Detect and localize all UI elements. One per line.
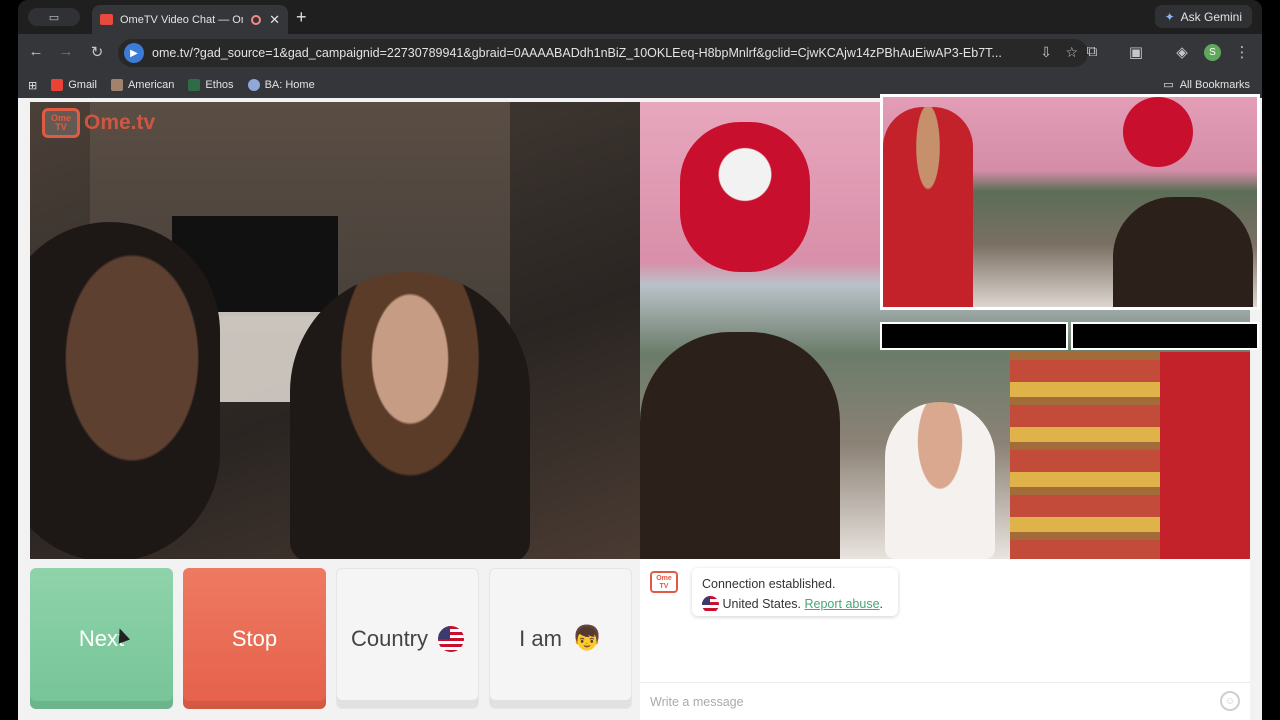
profile-avatar[interactable]: S [1204,44,1221,61]
us-flag-small-icon [702,596,719,614]
gmail-icon [51,79,64,91]
video-person-main [290,272,530,559]
connection-status: Connection established. [702,577,836,591]
video-person-left [30,222,220,559]
new-tab-button[interactable]: + [296,7,307,28]
pip-bear [1123,97,1193,167]
redaction-bar [880,322,1068,350]
video-person-boy [885,402,995,559]
cast-icon[interactable]: ▣ [1126,43,1146,61]
report-abuse-link[interactable]: Report abuse [804,597,879,611]
ometv-logo: Ome TV Ome.tv [42,108,155,138]
bookmark-gmail[interactable]: Gmail [51,79,97,91]
all-bookmarks[interactable]: ▭ All Bookmarks [1163,78,1250,92]
bookmark-ba-home[interactable]: BA: Home [247,79,315,91]
tab-search-icon[interactable]: ▭ [28,8,80,26]
video-person-curly [640,332,840,559]
address-bar[interactable]: ▶ ome.tv/?gad_source=1&gad_campaignid=22… [118,39,1088,67]
country-button[interactable]: Country [336,568,479,709]
extensions-icon[interactable]: ⧉ [1082,43,1102,60]
tab-strip: ▭ OmeTV Video Chat — Om ✕ + ✦ Ask Gemini [18,0,1262,34]
bookmark-star-icon[interactable]: ☆ [1065,44,1078,61]
reload-icon[interactable]: ↻ [87,43,107,61]
partner-country: United States. [722,597,801,611]
back-arrow-icon[interactable]: ← [26,43,46,60]
url-text[interactable]: ome.tv/?gad_source=1&gad_campaignid=2273… [152,46,1088,60]
pip-person-red [883,107,973,307]
install-app-icon[interactable]: ⇩ [1040,44,1052,61]
site-camera-icon[interactable]: ▶ [124,43,144,63]
next-button[interactable]: Next [30,568,173,709]
ba-icon [247,79,260,91]
chat-ometv-logo: Ome TV [650,571,678,593]
ethos-icon [188,79,201,91]
country-line: United States. Report abuse. [702,594,888,614]
video-teddy-bear [680,122,810,272]
ask-gemini-label: Ask Gemini [1180,9,1242,24]
browser-toolbar: ← → ↻ ▶ ome.tv/?gad_source=1&gad_campaig… [18,34,1262,72]
stop-button[interactable]: Stop [183,568,326,709]
browser-window: ▭ OmeTV Video Chat — Om ✕ + ✦ Ask Gemini… [18,0,1262,720]
shield-icon[interactable]: ◈ [1172,43,1192,61]
ometv-page: Ome TV Ome.tv Next Stop Country I am 👦 O… [18,94,1262,720]
boy-avatar-icon: 👦 [571,625,602,652]
video-shelf [1010,352,1160,559]
bookmark-ethos[interactable]: Ethos [188,79,234,91]
i-am-button[interactable]: I am 👦 [489,568,632,709]
redaction-bar [1071,322,1259,350]
ometv-favicon-icon [100,14,113,25]
chat-panel: Ome TV Connection established. United St… [640,559,1250,720]
pip-person-curly [1113,197,1253,307]
emoji-icon[interactable]: ☺ [1220,691,1240,711]
pip-frame [883,97,1257,307]
us-flag-icon [438,625,465,652]
country-label: Country [350,625,429,651]
menu-kebab-icon[interactable]: ⋮ [1232,43,1252,61]
message-input[interactable]: Write a message [640,682,1250,720]
gemini-sparkle-icon: ✦ [1164,9,1175,24]
recording-icon [251,14,262,25]
local-video: Ome TV Ome.tv [30,102,640,559]
tab-ometv[interactable]: OmeTV Video Chat — Om ✕ [92,5,288,34]
system-message: Connection established. United States. R… [692,568,898,616]
tab-title: OmeTV Video Chat — Om [120,13,244,26]
forward-arrow-icon[interactable]: → [56,43,76,60]
close-tab-icon[interactable]: ✕ [269,12,280,28]
bookmark-american[interactable]: American [110,79,174,91]
i-am-label: I am [519,625,562,651]
folder-icon: ▭ [1163,79,1174,91]
ask-gemini-button[interactable]: ✦ Ask Gemini [1154,5,1252,28]
ometv-logo-text: Ome.tv [84,111,156,134]
american-icon [110,79,123,91]
ometv-logo-box: Ome TV [42,108,80,138]
video-person-red [1160,352,1250,559]
picture-in-picture-video [880,94,1260,310]
apps-grid-icon[interactable]: ⊞ [28,79,37,92]
